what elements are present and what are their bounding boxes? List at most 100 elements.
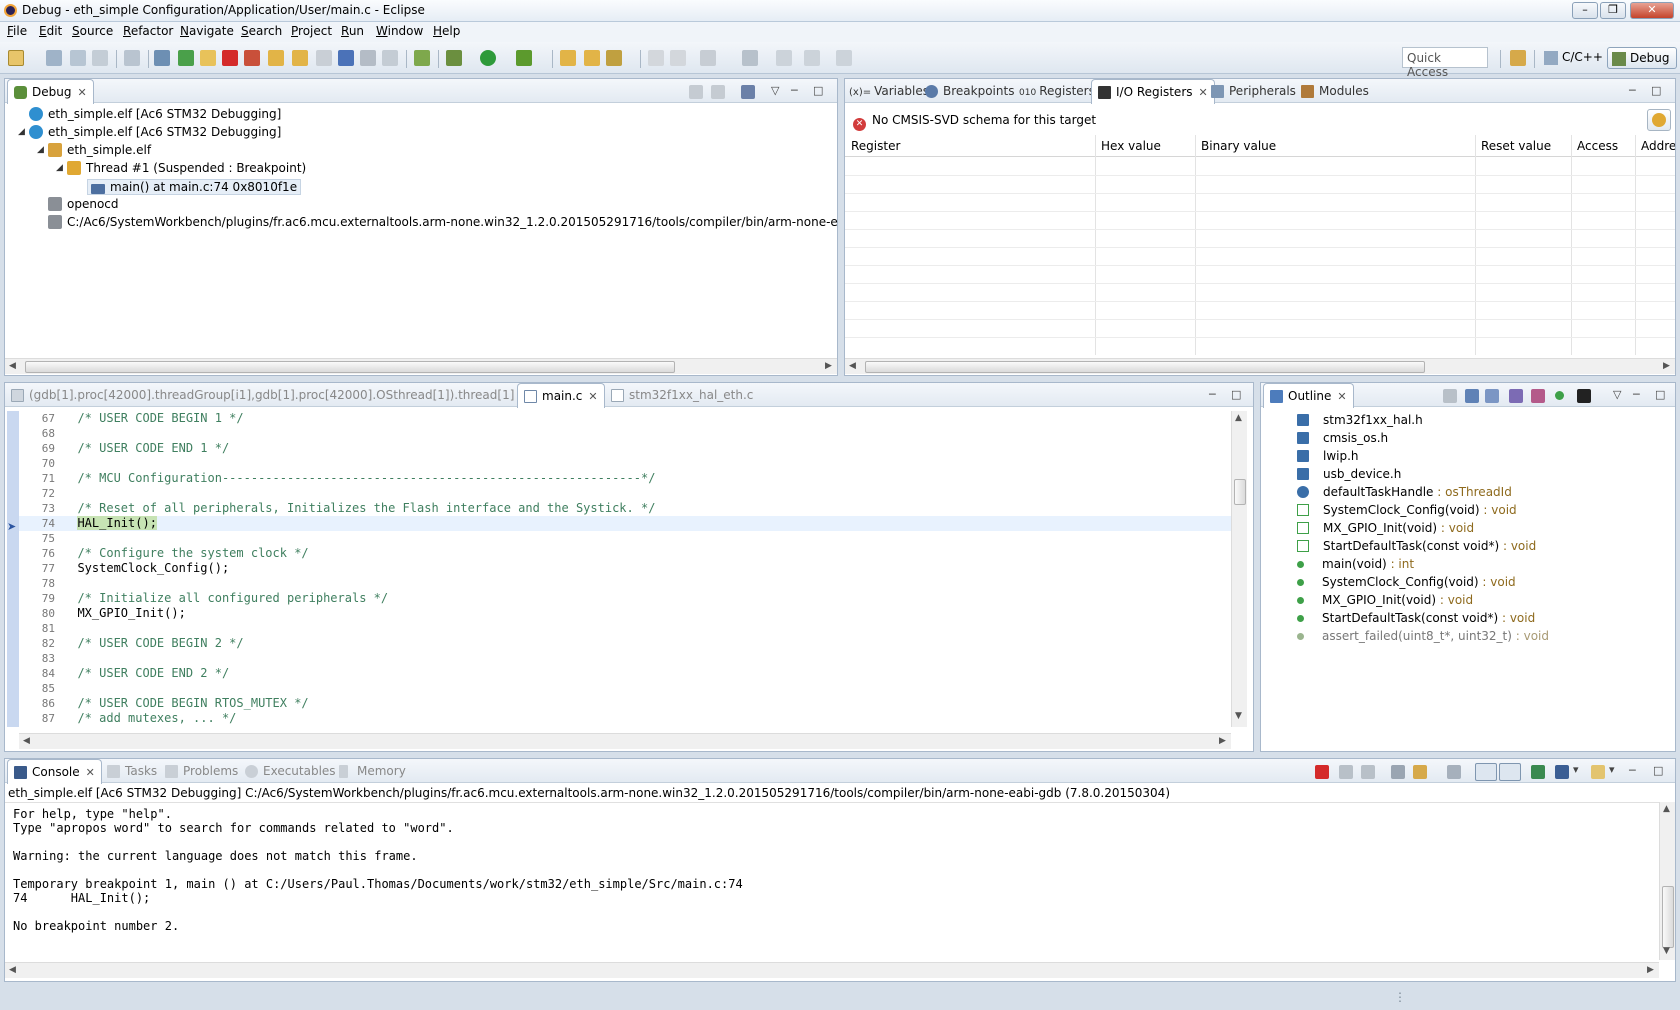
console-vscrollbar[interactable]: ▲ ▼ [1659,802,1675,960]
tree-item[interactable]: eth_simple.elf [48,143,151,157]
perspective-cpp[interactable]: C/C++ [1540,47,1606,69]
annotation-prev-icon[interactable] [670,50,686,66]
view-menu-icon[interactable]: ▽ [1613,388,1621,401]
collapse-all-icon[interactable] [1465,389,1479,403]
outline-item[interactable]: StartDefaultTask(const void*) : void [1297,539,1536,553]
tab-executables[interactable]: Executables [239,759,342,783]
menu-search[interactable]: Search [241,24,282,38]
maximize-view-icon[interactable]: □ [1231,388,1241,401]
dropdown-icon[interactable]: ▾ [1609,763,1615,776]
code-area[interactable]: 67 /* USER CODE BEGIN 1 */68 69 /* USER C… [19,411,1231,727]
resume-icon[interactable] [178,50,194,66]
step-mode-icon[interactable] [741,85,755,99]
tab-console[interactable]: Console ✕ [7,759,102,784]
minimize-view-icon[interactable]: ─ [1633,388,1640,401]
toggle-icon[interactable] [382,50,398,66]
maximize-view-icon[interactable]: □ [1655,388,1665,401]
perspective-debug[interactable]: Debug [1607,47,1677,69]
remove-all-terminated-icon[interactable] [1361,765,1375,779]
menu-file[interactable]: File [7,24,27,38]
external-tools-icon[interactable] [516,50,532,66]
tab-memory[interactable]: Memory [333,759,412,783]
scroll-thumb[interactable] [1662,886,1674,948]
menu-help[interactable]: Help [433,24,460,38]
tree-item[interactable]: C:/Ac6/SystemWorkbench/plugins/fr.ac6.mc… [48,215,838,229]
minimize-button[interactable]: – [1572,2,1598,19]
tree-item[interactable]: eth_simple.elf [Ac6 STM32 Debugging] [29,107,281,121]
outline-item[interactable]: lwip.h [1297,449,1359,463]
sort-icon[interactable] [1485,389,1499,403]
hide-static-icon[interactable] [1531,389,1545,403]
open-console-icon[interactable] [1591,765,1605,779]
back-icon[interactable] [776,50,792,66]
minimize-view-icon[interactable]: ─ [1629,84,1636,97]
word-wrap-icon[interactable] [1447,765,1461,779]
expand-twisty-icon[interactable]: ◢ [18,127,25,137]
tab-main-c[interactable]: main.c ✕ [517,383,605,408]
link-with-editor-icon[interactable] [1443,389,1457,403]
column-address[interactable]: Addre [1641,139,1675,153]
close-tab-icon[interactable]: ✕ [77,86,86,99]
forward-icon[interactable] [836,50,852,66]
tab-outline[interactable]: Outline ✕ [1263,383,1354,408]
skip-breakpoints-icon[interactable] [154,50,170,66]
tab-stm32-hal-eth[interactable]: stm32f1xx_hal_eth.c [605,383,759,407]
menu-window[interactable]: Window [376,24,423,38]
tab-problems[interactable]: Problems [159,759,244,783]
refresh-button[interactable] [1647,109,1671,131]
pin-console-icon[interactable] [1531,765,1545,779]
outline-item[interactable]: stm32f1xx_hal.h [1297,413,1423,427]
outline-item[interactable]: main(void) : int [1297,557,1414,571]
reset-icon[interactable] [414,50,430,66]
tree-item-selected[interactable]: main() at main.c:74 0x8010f1e [87,179,302,195]
dropdown-icon[interactable]: ▾ [1573,763,1579,776]
new-icon[interactable] [8,50,24,66]
tab-debug[interactable]: Debug ✕ [7,79,94,104]
hide-macros-icon[interactable] [1577,389,1591,403]
instruction-step-icon[interactable] [338,50,354,66]
outline-item[interactable]: StartDefaultTask(const void*) : void [1297,611,1535,625]
scroll-thumb[interactable] [25,361,675,373]
maximize-view-icon[interactable]: □ [813,84,823,97]
hide-non-public-icon[interactable] [1555,391,1564,400]
tree-item[interactable]: eth_simple.elf [Ac6 STM32 Debugging] [29,125,281,139]
search-icon[interactable] [606,50,622,66]
minimize-view-icon[interactable]: ─ [1209,388,1216,401]
remove-terminated-icon[interactable] [689,85,703,99]
remove-launch-icon[interactable] [1339,765,1353,779]
save-icon[interactable] [46,50,62,66]
tab-modules[interactable]: Modules [1295,79,1375,103]
terminate-icon[interactable] [222,50,238,66]
save-all-icon[interactable] [70,50,86,66]
maximize-view-icon[interactable]: □ [1651,84,1661,97]
scroll-thumb[interactable] [865,361,1425,373]
console-output[interactable]: For help, type "help". Type "apropos word… [5,802,1659,960]
open-type-icon[interactable] [560,50,576,66]
tree-item[interactable]: Thread #1 (Suspended : Breakpoint) [67,161,306,175]
view-menu-icon[interactable]: ▽ [771,84,779,97]
minimize-view-icon[interactable]: ─ [791,84,798,97]
open-perspective-icon[interactable] [1510,50,1526,66]
menu-navigate[interactable]: Navigate [180,24,234,38]
menu-edit[interactable]: Edit [39,24,62,38]
column-register[interactable]: Register [851,139,900,153]
menu-run[interactable]: Run [341,24,364,38]
minimize-view-icon[interactable]: ─ [1629,764,1636,777]
outline-item[interactable]: defaultTaskHandle : osThreadId [1297,485,1512,499]
outline-item[interactable]: SystemClock_Config(void) : void [1297,575,1516,589]
close-button[interactable]: ✕ [1630,2,1674,19]
debug-launch-icon[interactable] [446,50,462,66]
scroll-thumb[interactable] [1234,479,1246,505]
console-hscrollbar[interactable]: ◀ ▶ [5,962,1659,978]
tab-peripherals[interactable]: Peripherals [1205,79,1302,103]
tab-breakpoints[interactable]: Breakpoints [919,79,1020,103]
expand-twisty-icon[interactable]: ◢ [56,163,63,173]
last-edit-icon[interactable] [700,50,716,66]
run-launch-icon[interactable] [480,50,496,66]
hide-fields-icon[interactable] [1509,389,1523,403]
outline-item[interactable]: cmsis_os.h [1297,431,1388,445]
menu-refactor[interactable]: Refactor [123,24,173,38]
terminate-icon[interactable] [1315,765,1329,779]
outline-item[interactable]: assert_failed(uint8_t*, uint32_t) : void [1297,629,1549,643]
outline-item[interactable]: MX_GPIO_Init(void) : void [1297,521,1474,535]
